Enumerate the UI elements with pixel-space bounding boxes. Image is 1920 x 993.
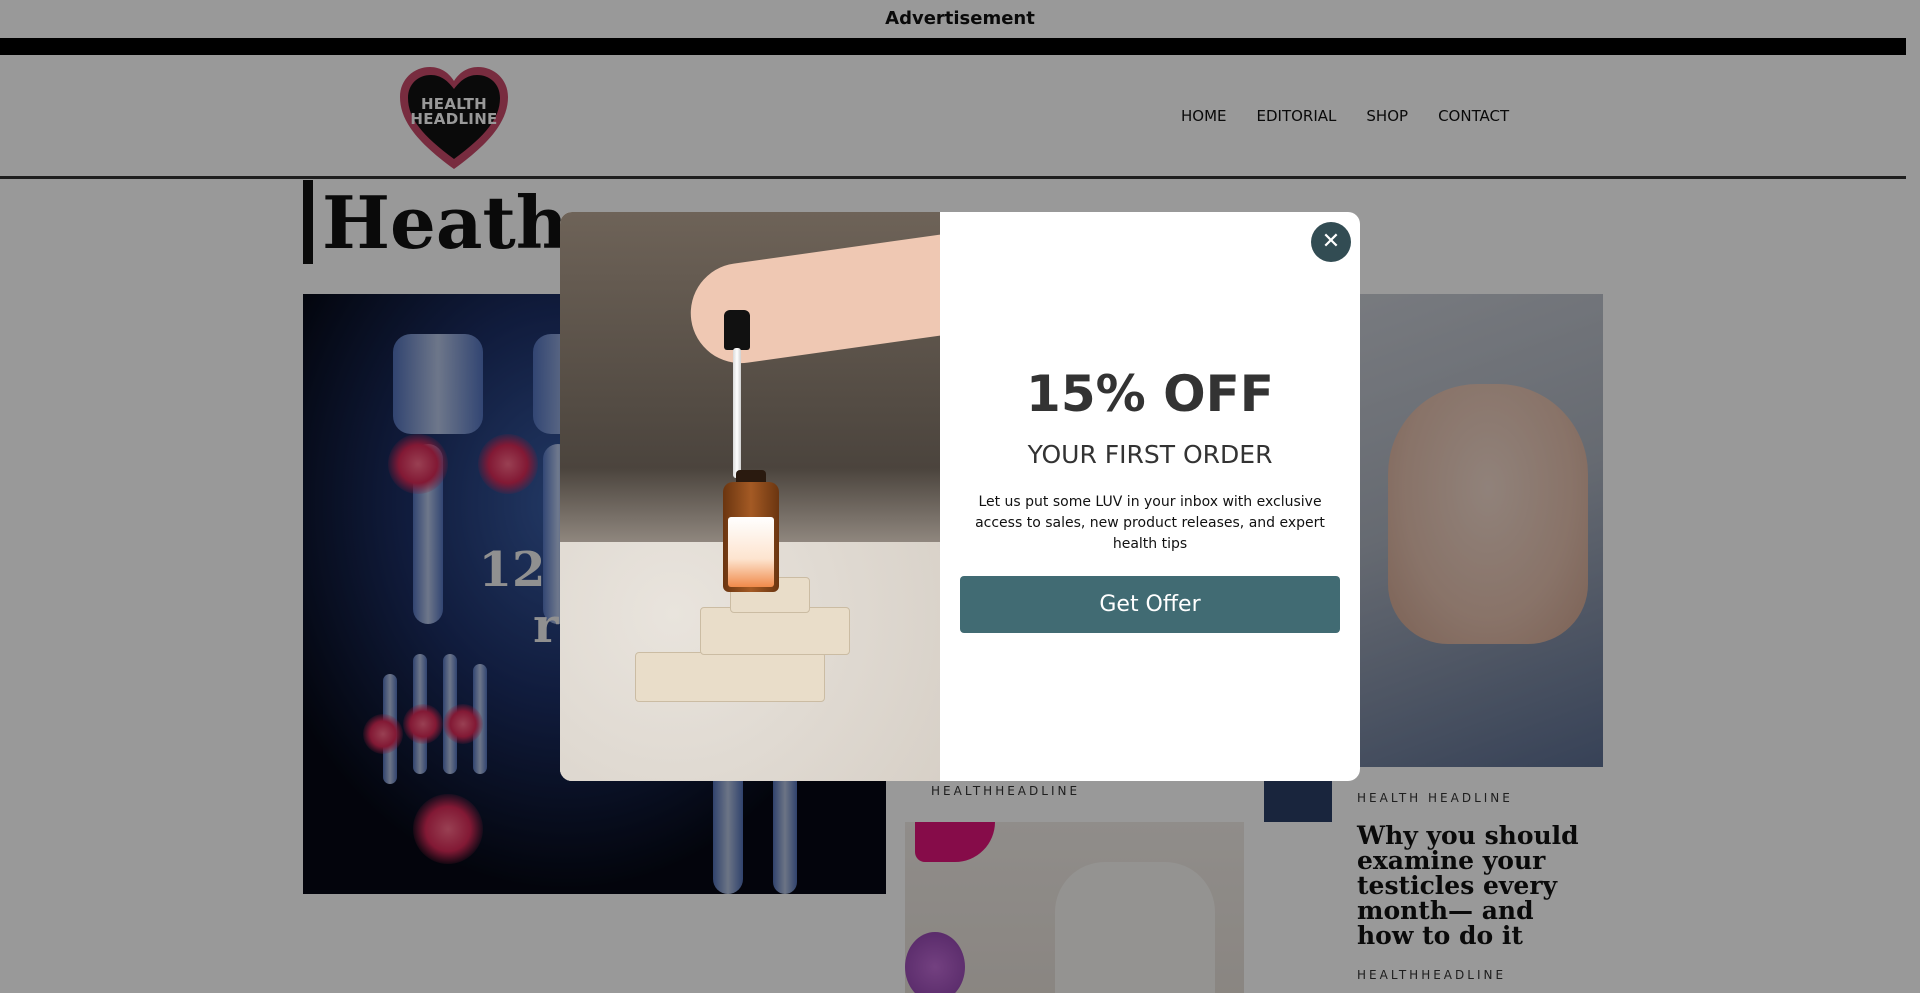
offer-subtitle: YOUR FIRST ORDER bbox=[1027, 440, 1273, 469]
dropper-glass bbox=[733, 348, 741, 478]
bottle-label bbox=[728, 517, 774, 587]
dropper-cap bbox=[724, 310, 750, 350]
offer-description: Let us put some LUV in your inbox with e… bbox=[975, 494, 1325, 552]
stone-tile bbox=[635, 652, 825, 702]
stone-tile bbox=[700, 607, 850, 655]
product-photo bbox=[560, 212, 940, 781]
modal-content: 15% OFF YOUR FIRST ORDER Let us put some… bbox=[940, 212, 1360, 781]
promo-modal: ✕ 15% OFF YOUR FIRST ORDER Let us put so… bbox=[560, 212, 1360, 781]
hand-shape bbox=[684, 234, 940, 370]
get-offer-button[interactable]: Get Offer bbox=[960, 576, 1340, 633]
offer-title: 15% OFF bbox=[1026, 365, 1274, 423]
